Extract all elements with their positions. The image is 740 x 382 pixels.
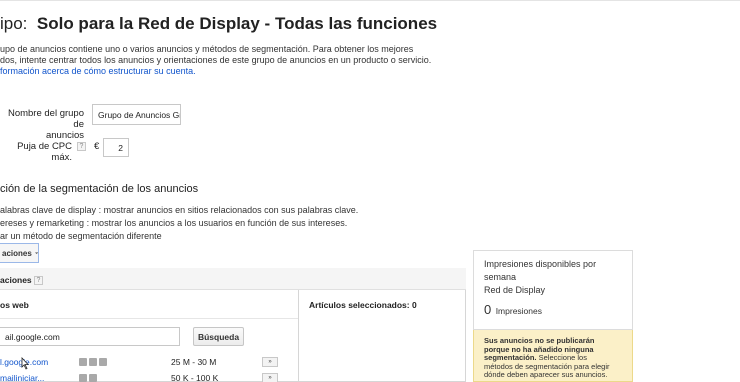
group-name-label: Nombre del grupo de anuncios (0, 108, 84, 141)
warning-rest-3: dónde deben aparecer sus anuncios. (484, 370, 608, 380)
option-interests-name: ereses y remarketing (0, 218, 85, 228)
option-interests-remarketing[interactable]: ereses y remarketing : mostrar los anunc… (0, 218, 347, 228)
text-ad-icon (79, 358, 87, 366)
site-type-icons (79, 374, 97, 382)
placements-header (0, 268, 466, 290)
add-placement-button[interactable]: » (262, 357, 278, 367)
option-interests-desc: : mostrar los anuncios a los usuarios en… (86, 218, 348, 228)
description-line-1: upo de anuncios contiene uno o varios an… (0, 44, 414, 54)
placement-search-input[interactable]: ail.google.com (0, 327, 180, 346)
add-placement-button[interactable]: » (262, 373, 278, 382)
impressions-unit: Impresiones (495, 306, 542, 316)
warning-bold-3: segmentación. (484, 353, 537, 363)
cpc-input[interactable]: 2 (103, 138, 129, 157)
group-name-label-line1: Nombre del grupo de (7, 108, 84, 130)
impressions-title-line2: semana (484, 272, 517, 282)
search-button[interactable]: Búsqueda (193, 327, 244, 346)
websites-column-header: os web (0, 300, 29, 310)
help-icon[interactable]: ? (34, 276, 43, 285)
title-text: Solo para la Red de Display - Todas las … (36, 14, 438, 33)
impressions-title: Impresiones disponibles por semana (484, 258, 596, 284)
video-ad-icon (99, 358, 107, 366)
header-divider (0, 318, 298, 319)
option-other-method[interactable]: ar un método de segmentación diferente (0, 231, 162, 241)
impressions-title-line1: Impresiones disponibles por (484, 259, 597, 269)
impressions-range: 50 K - 100 K (171, 373, 219, 382)
placement-site-link[interactable]: mailiniciar... (0, 373, 44, 382)
image-ad-icon (89, 374, 97, 382)
targeting-section-title: ción de la segmentación de los anuncios (0, 183, 199, 195)
title-label: ipo: (0, 14, 28, 33)
top-divider (0, 0, 740, 1)
cpc-label: Puja de CPC máx. (17, 141, 72, 163)
currency-symbol: € (94, 141, 100, 152)
group-name-input[interactable]: Grupo de Anuncios Gm (92, 104, 181, 125)
dropdown-arrow-icon (34, 251, 38, 254)
site-type-icons (79, 358, 107, 366)
impressions-range: 25 M - 30 M (171, 357, 217, 367)
group-description: upo de anuncios contiene uno o varios an… (0, 44, 431, 77)
dropdown-label: aciones (2, 248, 32, 258)
warning-rest-1: Seleccione los (538, 353, 587, 363)
impressions-count: 0 Impresiones (484, 301, 542, 319)
page-title: ipo: Solo para la Red de Display - Todas… (0, 14, 437, 34)
option-display-keywords-name: alabras clave de display (0, 205, 97, 215)
impressions-number: 0 (484, 302, 492, 317)
description-line-2: dos, intente centrar todos los anuncios … (0, 55, 432, 65)
group-name-label-line2: anuncios (45, 130, 84, 141)
structure-help-link[interactable]: formación acerca de cómo estructurar su … (0, 66, 431, 77)
text-ad-icon (79, 374, 87, 382)
warning-text: Sus anuncios no se publicarán porque no … (484, 336, 610, 380)
help-icon[interactable]: ? (77, 142, 86, 151)
selected-items-header: Artículos seleccionados: 0 (309, 300, 417, 310)
cursor-icon (21, 357, 29, 370)
add-arrow-icon: » (268, 375, 272, 381)
column-divider (298, 290, 299, 382)
option-display-keywords[interactable]: alabras clave de display : mostrar anunc… (0, 205, 358, 215)
option-display-keywords-desc: : mostrar anuncios en sitios relacionado… (98, 205, 359, 215)
targeting-method-dropdown[interactable]: aciones (0, 243, 39, 263)
image-ad-icon (89, 358, 97, 366)
add-arrow-icon: » (268, 359, 272, 365)
network-name: Red de Display (484, 285, 546, 295)
placements-title: aciones (0, 275, 32, 285)
